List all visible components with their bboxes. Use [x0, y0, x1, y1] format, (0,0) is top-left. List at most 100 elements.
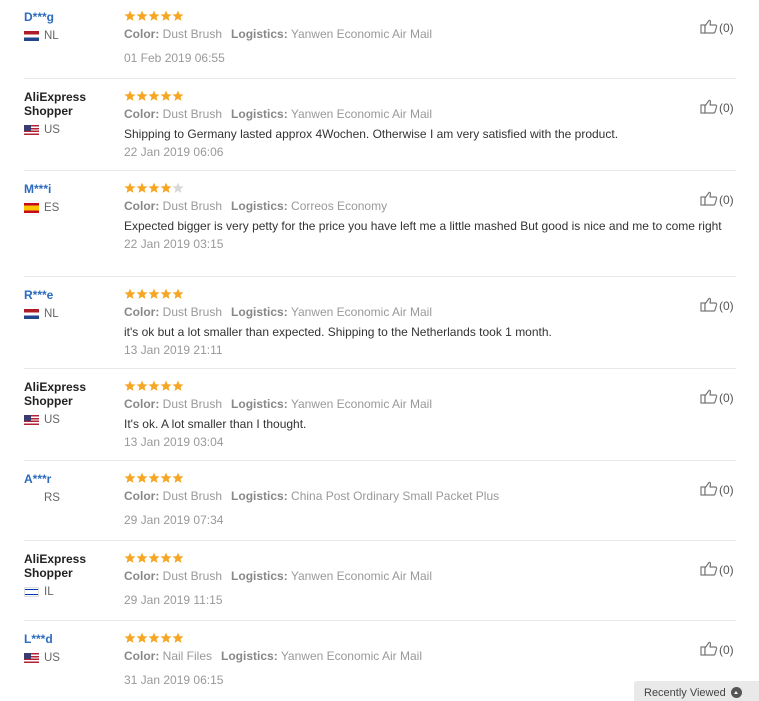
star-icon: [148, 380, 160, 391]
reviewer-name[interactable]: L***d: [24, 632, 114, 646]
country-flag-icon: [24, 125, 39, 135]
helpful-button[interactable]: (0): [700, 641, 734, 659]
logistics-label: Logistics:: [231, 305, 288, 319]
helpful-button[interactable]: (0): [700, 99, 734, 117]
star-icon: [160, 380, 172, 391]
recently-viewed-tab[interactable]: Recently Viewed: [634, 681, 759, 701]
star-icon: [124, 552, 136, 563]
reviewer-name[interactable]: M***i: [24, 182, 114, 196]
star-icon: [136, 380, 148, 391]
country-code: ES: [44, 202, 60, 214]
color-label: Color:: [124, 489, 160, 503]
star-icon: [124, 380, 136, 391]
review-date: 29 Jan 2019 07:34: [124, 513, 224, 527]
helpful-count: (0): [719, 299, 734, 313]
logistics-label: Logistics:: [231, 569, 288, 583]
order-info: Color: Dust Brush Logistics: Yanwen Econo…: [124, 27, 724, 41]
review-date: 13 Jan 2019 03:04: [124, 435, 224, 449]
reviewer-name[interactable]: A***r: [24, 472, 114, 486]
order-info: Color: Dust Brush Logistics: Yanwen Econo…: [124, 569, 724, 583]
review-comment: It's ok. A lot smaller than I thought.: [124, 417, 307, 431]
star-rating: [124, 10, 724, 22]
helpful-button[interactable]: (0): [700, 297, 734, 315]
star-icon: [148, 90, 160, 101]
star-icon: [124, 182, 136, 193]
helpful-button[interactable]: (0): [700, 19, 734, 37]
reviewer-country: RS: [24, 491, 114, 505]
helpful-count: (0): [719, 483, 734, 497]
color-value: Dust Brush: [162, 397, 223, 411]
thumbs-up-icon: [700, 481, 719, 499]
helpful-button[interactable]: (0): [700, 561, 734, 579]
star-icon: [148, 288, 160, 299]
helpful-count: (0): [719, 21, 734, 35]
logistics-label: Logistics:: [221, 649, 278, 663]
color-value: Dust Brush: [162, 305, 223, 319]
star-icon: [172, 552, 184, 563]
star-icon: [124, 472, 136, 483]
star-icon: [160, 472, 172, 483]
review-divider: [24, 276, 736, 277]
reviewer: M***i ES: [24, 182, 114, 215]
logistics-value: Yanwen Economic Air Mail: [290, 107, 432, 121]
star-icon: [160, 552, 172, 563]
reviewer: AliExpress Shopper US: [24, 380, 114, 427]
color-label: Color:: [124, 305, 160, 319]
country-code: NL: [44, 308, 59, 320]
reviewer-country: US: [24, 123, 114, 137]
country-code: NL: [44, 30, 59, 42]
star-rating: [124, 380, 724, 392]
color-label: Color:: [124, 397, 160, 411]
review-date: 13 Jan 2019 21:11: [124, 343, 223, 357]
order-info: Color: Dust Brush Logistics: China Post O…: [124, 489, 724, 503]
thumbs-up-icon: [700, 19, 719, 37]
thumbs-up-icon: [700, 641, 719, 659]
reviewer-name[interactable]: D***g: [24, 10, 114, 24]
reviewer-name[interactable]: R***e: [24, 288, 114, 302]
helpful-count: (0): [719, 643, 734, 657]
star-icon: [172, 632, 184, 643]
star-icon: [124, 288, 136, 299]
reviewer-name: AliExpress Shopper: [24, 552, 87, 580]
logistics-value: Yanwen Economic Air Mail: [290, 397, 432, 411]
star-icon: [160, 10, 172, 21]
helpful-button[interactable]: (0): [700, 481, 734, 499]
helpful-button[interactable]: (0): [700, 191, 734, 209]
helpful-button[interactable]: (0): [700, 389, 734, 407]
helpful-count: (0): [719, 193, 734, 207]
country-flag-icon: [24, 587, 39, 597]
logistics-value: Yanwen Economic Air Mail: [290, 27, 432, 41]
star-icon: [136, 552, 148, 563]
review-date: 22 Jan 2019 06:06: [124, 145, 224, 159]
review-date: 29 Jan 2019 11:15: [124, 593, 223, 607]
color-value: Dust Brush: [162, 107, 223, 121]
star-icon: [172, 288, 184, 299]
reviewer-name: AliExpress Shopper: [24, 90, 87, 118]
reviewer: AliExpress Shopper IL: [24, 552, 114, 599]
logistics-value: Yanwen Economic Air Mail: [290, 569, 432, 583]
reviewer: A***r RS: [24, 472, 114, 505]
color-label: Color:: [124, 27, 160, 41]
star-icon: [172, 10, 184, 21]
review-comment: Expected bigger is very petty for the pr…: [124, 219, 722, 233]
thumbs-up-icon: [700, 561, 719, 579]
review-body: Color: Nail Files Logistics: Yanwen Econo…: [124, 632, 724, 687]
reviewer-country: ES: [24, 201, 114, 215]
star-icon: [124, 90, 136, 101]
star-icon: [136, 288, 148, 299]
thumbs-up-icon: [700, 389, 719, 407]
review-divider: [24, 620, 736, 621]
thumbs-up-icon: [700, 297, 719, 315]
reviewer: L***d US: [24, 632, 114, 665]
star-icon: [148, 632, 160, 643]
color-value: Dust Brush: [162, 27, 223, 41]
reviewer-name: AliExpress Shopper: [24, 380, 87, 408]
country-code: US: [44, 124, 60, 136]
review-comment: it's ok but a lot smaller than expected.…: [124, 325, 552, 339]
star-icon: [172, 472, 184, 483]
review-body: Color: Dust Brush Logistics: China Post O…: [124, 472, 724, 527]
helpful-count: (0): [719, 391, 734, 405]
review-date: 22 Jan 2019 03:15: [124, 237, 224, 251]
star-icon: [148, 552, 160, 563]
country-flag-icon: [24, 203, 39, 213]
